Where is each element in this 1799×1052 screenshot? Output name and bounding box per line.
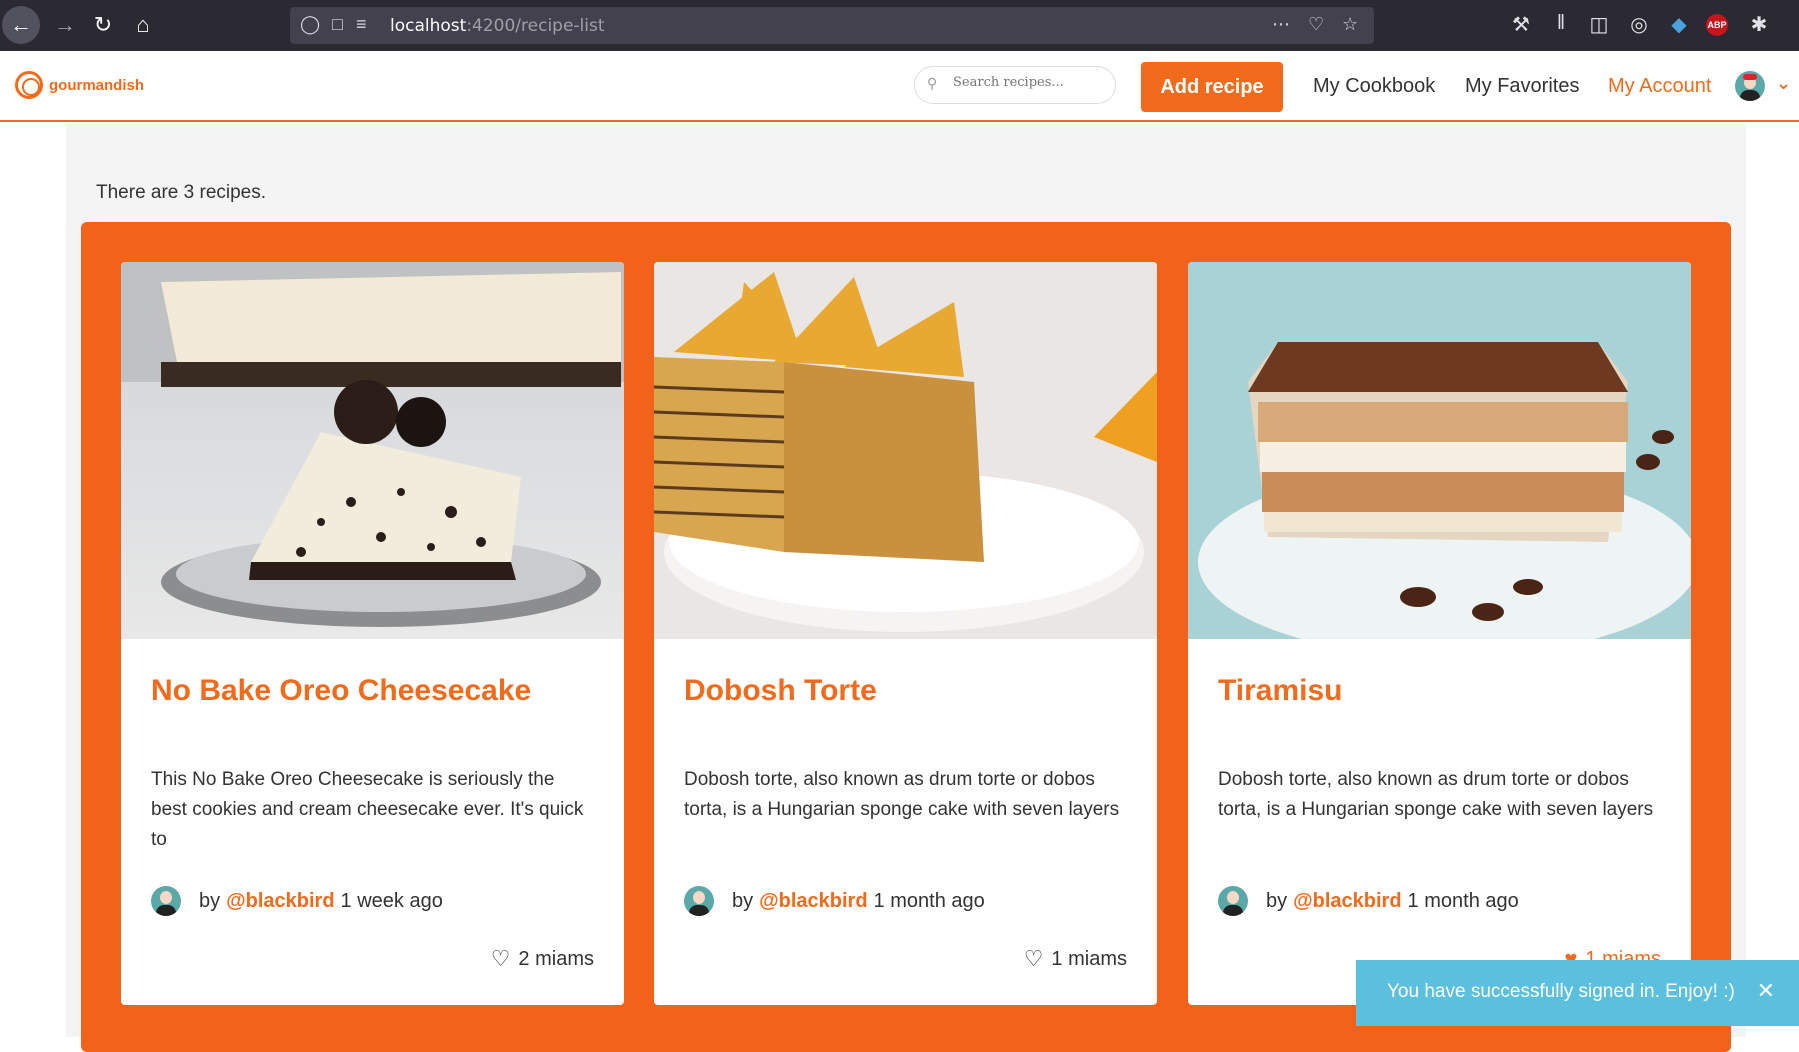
recipe-author: by @blackbird 1 month ago (1218, 886, 1519, 916)
user-avatar[interactable] (1735, 71, 1765, 101)
by-label: by (1266, 889, 1288, 912)
recipe-image-dobosh[interactable] (654, 262, 1157, 639)
account-icon[interactable]: ◎ (1626, 12, 1652, 37)
sidebar-icon[interactable]: ◫ (1586, 12, 1612, 37)
address-bar[interactable]: ◯ □ ≡ localhost:4200/recipe-list ⋯ ♡ ☆ (290, 7, 1374, 44)
recipe-card[interactable]: Dobosh Torte Dobosh torte, also known as… (654, 262, 1157, 1005)
back-icon[interactable]: ← (2, 6, 40, 44)
forward-icon[interactable]: → (46, 6, 84, 44)
recipe-card[interactable]: No Bake Oreo Cheesecake This No Bake Ore… (121, 262, 624, 1005)
browser-toolbar: ← → ↻ ⌂ ◯ □ ≡ localhost:4200/recipe-list… (0, 0, 1799, 51)
logo[interactable]: gourmandish (15, 71, 144, 99)
logo-text: gourmandish (49, 76, 145, 94)
search-icon: ⚲ (927, 75, 938, 91)
recipe-description: Dobosh torte, also known as drum torte o… (1218, 769, 1654, 820)
app-header: gourmandish ⚲ Add recipe My Cookbook My … (0, 51, 1799, 122)
recipe-image-cheesecake[interactable] (121, 262, 624, 639)
recipe-title[interactable]: No Bake Oreo Cheesecake (151, 674, 531, 708)
library-icon[interactable]: ‖ (1548, 12, 1574, 35)
author-handle[interactable]: @blackbird (226, 890, 334, 913)
add-recipe-button[interactable]: Add recipe (1141, 62, 1283, 112)
recipe-time: 1 month ago (873, 889, 985, 912)
extension-puzzle-icon[interactable]: ✱ (1746, 12, 1772, 37)
miams-button[interactable]: ♡ 1 miams (1024, 946, 1127, 972)
by-label: by (732, 889, 754, 912)
recipe-count: There are 3 recipes. (96, 182, 267, 203)
nav-my-favorites[interactable]: My Favorites (1465, 75, 1579, 98)
recipe-time: 1 month ago (1407, 889, 1519, 912)
recipe-author: by @blackbird 1 week ago (151, 886, 443, 916)
heart-outline-icon[interactable]: ♡ (1024, 946, 1044, 972)
recipe-author: by @blackbird 1 month ago (684, 886, 985, 916)
shield-icon[interactable]: ◯ (300, 14, 320, 35)
toast-message: You have successfully signed in. Enjoy! … (1387, 981, 1735, 1002)
search-box[interactable]: ⚲ (914, 66, 1116, 104)
home-icon[interactable]: ⌂ (124, 6, 162, 44)
nav-my-cookbook[interactable]: My Cookbook (1313, 75, 1435, 98)
miams-button[interactable]: ♡ 2 miams (491, 946, 594, 972)
author-handle[interactable]: @blackbird (759, 890, 867, 913)
recipe-image-tiramisu[interactable] (1188, 262, 1691, 639)
author-handle[interactable]: @blackbird (1293, 890, 1401, 913)
recipe-description: Dobosh torte, also known as drum torte o… (684, 769, 1120, 820)
success-toast: You have successfully signed in. Enjoy! … (1356, 960, 1799, 1026)
author-avatar[interactable] (1218, 886, 1248, 916)
pocket-icon[interactable]: ♡ (1308, 14, 1324, 35)
author-avatar[interactable] (684, 886, 714, 916)
search-input[interactable] (953, 75, 1103, 90)
recipe-time: 1 week ago (340, 889, 443, 912)
recipe-description: This No Bake Oreo Cheesecake is seriousl… (151, 769, 584, 850)
reload-icon[interactable]: ↻ (84, 6, 122, 44)
close-icon[interactable]: ✕ (1757, 978, 1775, 1004)
recipe-card[interactable]: Tiramisu Dobosh torte, also known as dru… (1188, 262, 1691, 1005)
url-text[interactable]: localhost:4200/recipe-list (390, 16, 605, 36)
heart-outline-icon[interactable]: ♡ (491, 946, 511, 972)
chevron-down-icon[interactable]: ⌄ (1776, 73, 1791, 94)
bookmark-star-icon[interactable]: ☆ (1342, 14, 1358, 35)
author-avatar[interactable] (151, 886, 181, 916)
adblock-icon[interactable]: ABP (1706, 14, 1728, 36)
more-actions-icon[interactable]: ⋯ (1272, 14, 1290, 35)
extension-diamond-icon[interactable]: ◆ (1666, 12, 1692, 37)
recipe-title[interactable]: Dobosh Torte (684, 674, 877, 708)
recipe-title[interactable]: Tiramisu (1218, 674, 1343, 708)
wrench-icon[interactable]: ⚒ (1508, 12, 1534, 37)
page-icon[interactable]: □ (332, 14, 343, 35)
logo-icon (15, 71, 43, 99)
by-label: by (199, 889, 221, 912)
miams-count: 2 miams (518, 947, 594, 970)
permissions-icon[interactable]: ≡ (356, 14, 367, 35)
miams-count: 1 miams (1051, 947, 1127, 970)
nav-my-account[interactable]: My Account (1608, 75, 1711, 98)
